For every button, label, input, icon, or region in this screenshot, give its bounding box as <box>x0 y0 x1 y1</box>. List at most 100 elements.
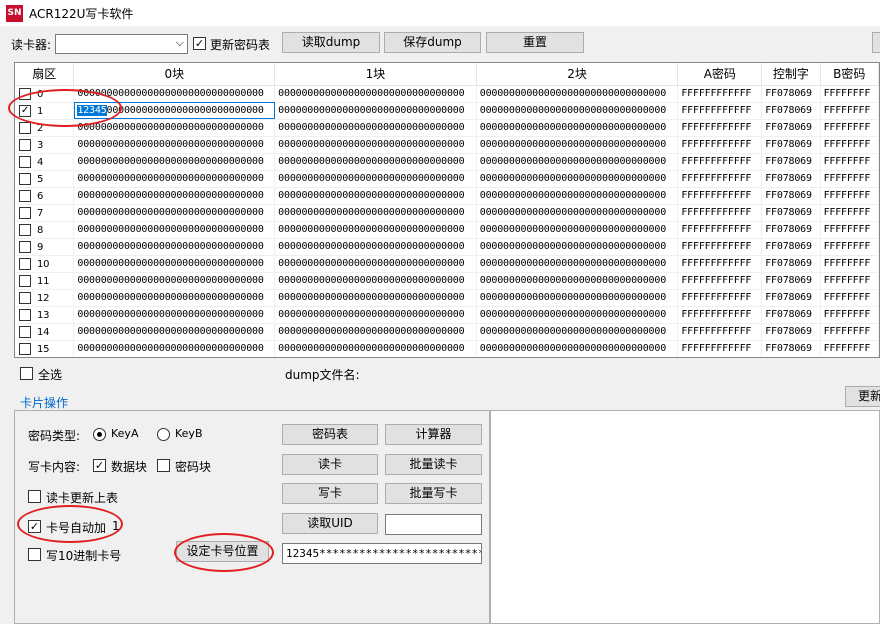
batch-write-button[interactable]: 批量写卡 <box>385 483 482 504</box>
sector-cell[interactable]: 6 <box>15 187 75 205</box>
key-a-cell[interactable]: FFFFFFFFFFFF <box>677 102 763 120</box>
block-cell[interactable]: 00000000000000000000000000000000 <box>274 306 477 324</box>
key-a-cell[interactable]: FFFFFFFFFFFF <box>677 136 763 154</box>
read-uid-button[interactable]: 读取UID <box>282 513 378 534</box>
block-cell[interactable]: 00000000000000000000000000000000 <box>274 238 477 256</box>
table-row[interactable]: 12 00000000000000000000000000000000 000000… <box>15 289 879 307</box>
block-cell[interactable]: 00000000000000000000000000000000 <box>73 221 276 239</box>
sector-checkbox[interactable] <box>19 189 31 202</box>
block-cell[interactable]: 00000000000000000000000000000000 <box>274 340 477 357</box>
table-row[interactable]: 4 00000000000000000000000000000000 0000000… <box>15 153 879 171</box>
sector-grid[interactable]: 扇区 0块 1块 2块 A密码 控制字 B密码 0 000000000000000000000… <box>14 62 880 358</box>
write-dec-checkbox[interactable] <box>28 548 41 561</box>
table-row[interactable]: 13 00000000000000000000000000000000 000000… <box>15 306 879 324</box>
table-row[interactable]: 15 00000000000000000000000000000000 000000… <box>15 340 879 357</box>
sector-cell[interactable]: 11 <box>15 272 75 290</box>
block-cell[interactable]: 00000000000000000000000000000000 <box>476 187 679 205</box>
block-cell[interactable]: 00000000000000000000000000000000 <box>73 306 276 324</box>
card-number-field[interactable]: 12345**************************** <box>282 543 482 564</box>
key-b-cell[interactable]: FFFFFFFF <box>820 306 879 324</box>
access-bits-cell[interactable]: FF078069 <box>761 153 821 171</box>
grid-header-cell[interactable]: 1块 <box>274 63 477 86</box>
access-bits-cell[interactable]: FF078069 <box>761 102 821 120</box>
key-b-cell[interactable]: FFFFFFFF <box>820 340 879 357</box>
access-bits-cell[interactable]: FF078069 <box>761 136 821 154</box>
block-cell[interactable]: 00000000000000000000000000000000 <box>73 119 276 137</box>
key-a-cell[interactable]: FFFFFFFFFFFF <box>677 85 763 103</box>
block-cell[interactable]: 00000000000000000000000000000000 <box>274 323 477 341</box>
key-b-cell[interactable]: FFFFFFFF <box>820 85 879 103</box>
table-row[interactable]: 7 00000000000000000000000000000000 0000000… <box>15 204 879 222</box>
access-bits-cell[interactable]: FF078069 <box>761 340 821 357</box>
grid-header-cell[interactable]: 0块 <box>73 63 276 86</box>
key-b-cell[interactable]: FFFFFFFF <box>820 238 879 256</box>
access-bits-cell[interactable]: FF078069 <box>761 238 821 256</box>
access-bits-cell[interactable]: FF078069 <box>761 221 821 239</box>
sector-cell[interactable]: 7 <box>15 204 75 222</box>
sector-checkbox[interactable] <box>19 274 31 287</box>
read-update-checkbox[interactable] <box>28 490 41 503</box>
block-cell[interactable]: 00000000000000000000000000000000 <box>274 187 477 205</box>
sector-cell[interactable]: 9 <box>15 238 75 256</box>
calculator-button[interactable]: 计算器 <box>385 424 482 445</box>
uid-field[interactable] <box>385 514 482 535</box>
sector-checkbox[interactable] <box>19 138 31 151</box>
table-row[interactable]: 3 00000000000000000000000000000000 0000000… <box>15 136 879 154</box>
table-row[interactable]: 9 00000000000000000000000000000000 0000000… <box>15 238 879 256</box>
sector-cell[interactable]: 3 <box>15 136 75 154</box>
sector-checkbox[interactable] <box>19 291 31 304</box>
data-block-checkbox[interactable]: ✓ <box>93 459 106 472</box>
sector-checkbox[interactable] <box>19 155 31 168</box>
sector-checkbox[interactable] <box>19 325 31 338</box>
key-b-cell[interactable]: FFFFFFFF <box>820 102 879 120</box>
key-a-cell[interactable]: FFFFFFFFFFFF <box>677 306 763 324</box>
block-cell[interactable]: 00000000000000000000000000000000 <box>73 187 276 205</box>
block-cell[interactable]: 00000000000000000000000000000000 <box>73 340 276 357</box>
block-cell[interactable]: 00000000000000000000000000000000 <box>73 153 276 171</box>
block-cell[interactable]: 00000000000000000000000000000000 <box>73 238 276 256</box>
block-cell[interactable]: 00000000000000000000000000000000 <box>73 272 276 290</box>
table-row[interactable]: 6 00000000000000000000000000000000 0000000… <box>15 187 879 205</box>
block-cell[interactable]: 00000000000000000000000000000000 <box>476 85 679 103</box>
block-cell[interactable]: 00000000000000000000000000000000 <box>274 204 477 222</box>
batch-read-button[interactable]: 批量读卡 <box>385 454 482 475</box>
block-cell[interactable]: 00000000000000000000000000000000 <box>274 85 477 103</box>
reader-select[interactable]: ⌵ <box>55 34 188 54</box>
sector-cell[interactable]: 4 <box>15 153 75 171</box>
key-b-cell[interactable]: FFFFFFFF <box>820 119 879 137</box>
key-b-cell[interactable]: FFFFFFFF <box>820 272 879 290</box>
key-a-cell[interactable]: FFFFFFFFFFFF <box>677 187 763 205</box>
key-a-cell[interactable]: FFFFFFFFFFFF <box>677 238 763 256</box>
key-a-cell[interactable]: FFFFFFFFFFFF <box>677 153 763 171</box>
table-row[interactable]: 11 00000000000000000000000000000000 000000… <box>15 272 879 290</box>
block-cell[interactable]: 00000000000000000000000000000000 <box>73 323 276 341</box>
block-cell[interactable]: 00000000000000000000000000000000 <box>476 153 679 171</box>
block-cell[interactable]: 00000000000000000000000000000000 <box>274 255 477 273</box>
sector-cell[interactable]: 13 <box>15 306 75 324</box>
block-cell[interactable]: 00000000000000000000000000000000 <box>274 153 477 171</box>
access-bits-cell[interactable]: FF078069 <box>761 119 821 137</box>
key-b-cell[interactable]: FFFFFFFF <box>820 136 879 154</box>
key-b-cell[interactable]: FFFFFFFF <box>820 255 879 273</box>
block-cell[interactable]: 00000000000000000000000000000000 <box>73 289 276 307</box>
key-b-cell[interactable]: FFFFFFFF <box>820 289 879 307</box>
key-b-cell[interactable]: FFFFFFFF <box>820 204 879 222</box>
update-pw-checkbox[interactable]: ✓ <box>193 37 206 50</box>
sector-checkbox[interactable] <box>19 87 31 100</box>
sector-checkbox[interactable] <box>19 240 31 253</box>
read-card-button[interactable]: 读卡 <box>282 454 378 475</box>
block-cell[interactable]: 00000000000000000000000000000000 <box>73 170 276 188</box>
key-b-cell[interactable]: FFFFFFFF <box>820 187 879 205</box>
pw-block-checkbox[interactable] <box>157 459 170 472</box>
access-bits-cell[interactable]: FF078069 <box>761 272 821 290</box>
block-cell[interactable]: 00000000000000000000000000000000 <box>274 221 477 239</box>
key-b-radio[interactable] <box>157 428 170 441</box>
grid-header-cell[interactable]: 控制字 <box>761 63 821 86</box>
block-cell[interactable]: 00000000000000000000000000000000 <box>274 170 477 188</box>
key-b-cell[interactable]: FFFFFFFF <box>820 170 879 188</box>
access-bits-cell[interactable]: FF078069 <box>761 187 821 205</box>
table-row[interactable]: 5 00000000000000000000000000000000 0000000… <box>15 170 879 188</box>
block-cell[interactable]: 00000000000000000000000000000000 <box>274 119 477 137</box>
sector-cell[interactable]: ✓ 1 <box>15 102 75 120</box>
read-dump-button[interactable]: 读取dump <box>282 32 380 53</box>
